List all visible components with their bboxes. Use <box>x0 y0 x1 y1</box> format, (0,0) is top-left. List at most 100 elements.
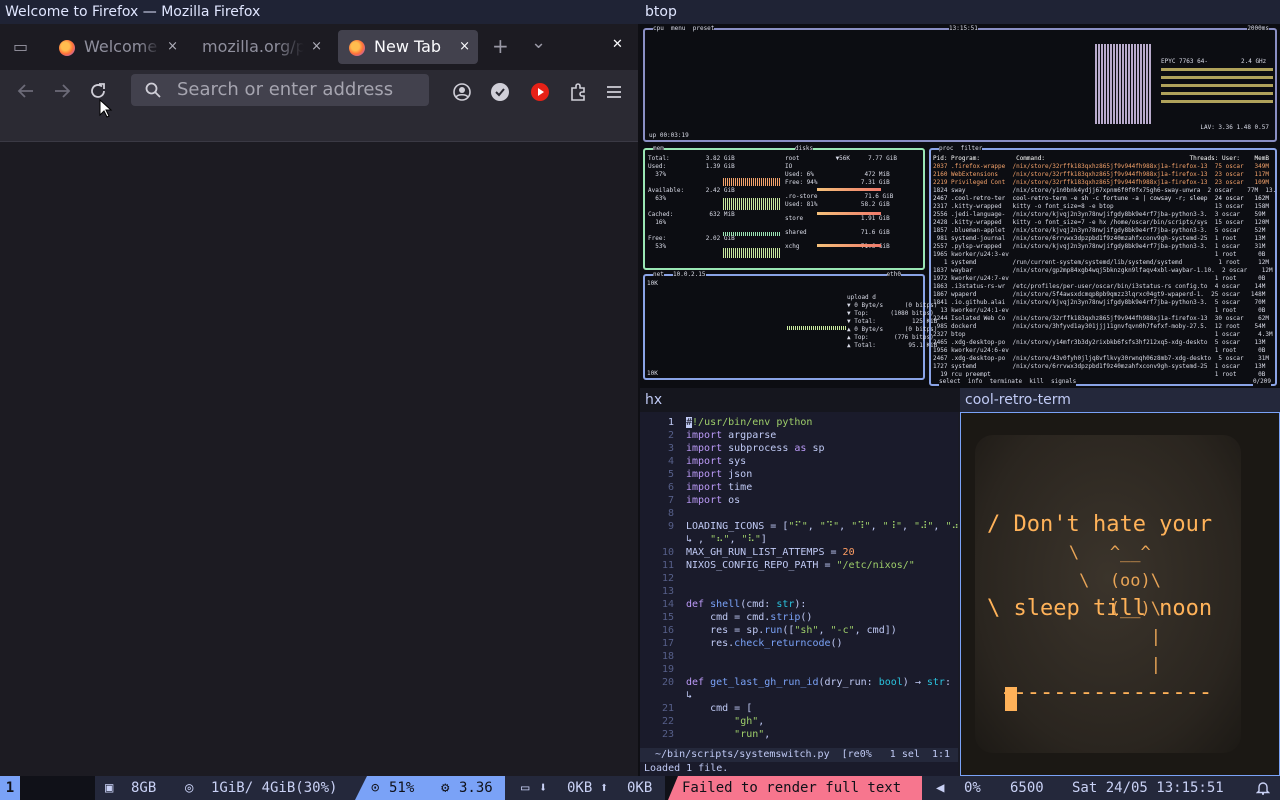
line-number: 11 <box>661 560 674 571</box>
ram-icon: ▣ <box>105 780 114 796</box>
search-icon <box>145 82 161 98</box>
net-row: ▼ Total: 125 KiB <box>847 318 938 325</box>
forward-icon[interactable] <box>53 82 71 100</box>
process-row[interactable]: 985 dockerd /nix/store/3hfyvd1ay301jjj11… <box>933 323 1275 331</box>
close-window-button[interactable]: ✕ <box>612 37 623 52</box>
process-row[interactable]: 13 kworker/u24:1-ev 1 root 0B 0.0 <box>933 307 1275 315</box>
btop-window[interactable]: cpu menu preset 13:15:51 2000ms EPYC 776… <box>640 24 1280 388</box>
process-row[interactable]: 2219 Privileged Cont /nix/store/32rffk18… <box>933 179 1275 187</box>
workspace-button[interactable]: 1 <box>0 776 20 800</box>
line-number: 18 <box>661 651 674 662</box>
process-row[interactable]: 1857 .blueman-applet /nix/store/kjvqj2n3… <box>933 227 1275 235</box>
close-tab-icon[interactable]: × <box>459 30 470 64</box>
upload-icon: ⬆ <box>600 780 609 796</box>
process-row[interactable]: 2244 Isolated Web Co /nix/store/32rffk18… <box>933 315 1275 323</box>
back-icon[interactable] <box>17 82 35 100</box>
youtube-extension-icon[interactable] <box>530 82 550 102</box>
color-temperature[interactable]: 6500 <box>1010 776 1044 800</box>
btop-window-title: btop <box>640 0 1280 24</box>
cool-retro-term-window[interactable]: / Don't hate your \ sleep till noon ----… <box>960 412 1280 776</box>
volume-level[interactable]: 0% <box>964 776 981 800</box>
update-interval[interactable]: 2000ms <box>1247 25 1269 33</box>
net-row: ▼ 0 Byte/s (0 bitps) <box>847 302 938 309</box>
line-numbers: 123456789 10 11 12 13 14 15 16 17 18 19 20 21 22 23 <box>640 416 674 741</box>
notification-bell-icon[interactable] <box>1256 781 1270 795</box>
proc-box-title[interactable]: proc filter <box>939 145 983 153</box>
process-row[interactable]: 2467 .cool-retro-ter cool-retro-term -e … <box>933 195 1275 203</box>
extensions-puzzle-icon[interactable] <box>568 82 588 102</box>
process-row[interactable]: 1 systemd /run/current-system/systemd/li… <box>933 259 1275 267</box>
process-row[interactable]: 1863 .i3status-rs-wr /etc/profiles/per-u… <box>933 283 1275 291</box>
process-row[interactable]: 2467 .xdg-desktop-po /nix/store/43v0fyh0… <box>933 355 1275 363</box>
code-view[interactable]: #!/usr/bin/env python import argparse im… <box>686 416 958 741</box>
firefox-window-title: Welcome to Firefox — Mozilla Firefox <box>0 0 640 24</box>
cpu-percent: 51% <box>389 780 415 796</box>
process-row[interactable]: 2428 .kitty-wrapped kitty -o font_size=7… <box>933 219 1275 227</box>
process-row[interactable]: 1867 wpaperd /nix/store/5f4awsxdcmqp8pb9… <box>933 291 1275 299</box>
line-number: 3 <box>667 443 674 454</box>
line-number: 16 <box>661 625 674 636</box>
list-all-tabs-icon[interactable]: ⌄ <box>531 32 546 53</box>
net-graph <box>787 326 847 330</box>
process-row[interactable]: 2160 WebExtensions /nix/store/32rffk183q… <box>933 171 1275 179</box>
process-row[interactable]: 2327 btop 1 oscar 4.3M 0.1 <box>933 331 1275 339</box>
load-average: 3.36 <box>459 780 493 796</box>
process-row[interactable]: 2037 .firefox-wrappe /nix/store/32rffk18… <box>933 163 1275 171</box>
account-icon[interactable] <box>452 82 472 102</box>
tab-welcome[interactable]: Welcome to Firefox × <box>48 30 186 64</box>
process-row[interactable]: 1727 systemd /nix/store/6rrvwx3dpzpbd1f9… <box>933 363 1275 371</box>
hamburger-menu-icon[interactable] <box>604 82 624 102</box>
process-row[interactable]: 1837 waybar /nix/store/gp2mp84xgb4wqj5bk… <box>933 267 1275 275</box>
disk-usage-bar <box>817 212 881 215</box>
process-row[interactable]: 2317 .kitty-wrapped kitty -o font_size=8… <box>933 203 1275 211</box>
new-tab-button[interactable]: + <box>492 34 509 58</box>
system-block: ▣ 8GB ◎ 1GiB/ 4GiB(30%) <box>95 776 395 800</box>
clock[interactable]: Sat 24/05 13:15:51 <box>1072 776 1224 800</box>
process-row[interactable]: 981 systemd-journal /nix/store/6rrvwx3dp… <box>933 235 1275 243</box>
net-interface[interactable]: eth0 <box>886 271 901 279</box>
process-row[interactable]: 19 rcu_preempt 1 root 0B 0.0 <box>933 371 1275 377</box>
proc-table[interactable]: 2037 .firefox-wrappe /nix/store/32rffk18… <box>933 163 1275 377</box>
ram-total: 8GB <box>131 780 157 796</box>
volume-icon[interactable]: ◀ <box>936 776 944 800</box>
process-row[interactable]: 1956 kworker/u24:6-ev 1 root 0B 0.0 <box>933 347 1275 355</box>
line-number: 10 <box>661 547 674 558</box>
net-ip: 10.0.2.15 <box>673 271 706 279</box>
mem-row: Cached: 632 MiB <box>648 211 735 218</box>
line-number: 8 <box>667 508 674 519</box>
search-input[interactable]: Search or enter address <box>177 74 393 106</box>
mem-row: Free: 2.02 GiB <box>648 235 735 242</box>
gear-icon: ⚙ <box>441 780 450 796</box>
helix-editor[interactable]: 123456789 10 11 12 13 14 15 16 17 18 19 20 21 22 23 … <box>640 412 958 776</box>
address-bar[interactable]: Search or enter address <box>131 74 429 106</box>
process-row[interactable]: 1841 .io.github.alai /nix/store/kjvqj2n3… <box>933 299 1275 307</box>
line-number: 21 <box>661 703 674 714</box>
tab-privacy[interactable]: mozilla.org/privacy × <box>192 30 330 64</box>
close-tab-icon[interactable]: × <box>167 30 178 64</box>
process-row[interactable]: 2465 .xdg-desktop-po /nix/store/y14mfr3b… <box>933 339 1275 347</box>
net-row: ▲ 0 Byte/s (0 bitps) <box>847 326 938 333</box>
disk-row: store 1.91 GiB <box>785 215 890 222</box>
firefox-view-icon[interactable]: ▭ <box>13 37 28 56</box>
page-content[interactable] <box>0 141 638 776</box>
process-row[interactable]: 1972 kworker/u24:7-ev 1 root 0B 0.0 <box>933 275 1275 283</box>
cached-mem-graph <box>723 232 781 236</box>
process-row[interactable]: 1824 sway /nix/store/y1n0bnk4ydjj67xpnm6… <box>933 187 1275 195</box>
free-mem-graph <box>723 248 781 258</box>
close-tab-icon[interactable]: × <box>311 30 322 64</box>
disk-row: IO <box>785 163 793 170</box>
cpu-box-header[interactable]: cpu menu preset <box>653 25 715 33</box>
line-number: 20 <box>661 677 674 688</box>
process-row[interactable]: 1965 kworker/u24:3-ev 1 root 0B 0.0 <box>933 251 1275 259</box>
extension-check-icon[interactable] <box>490 82 510 102</box>
tab-new-tab[interactable]: New Tab × <box>338 30 478 64</box>
mem-row: 16% <box>648 219 667 226</box>
proc-count: 0/209 <box>1252 378 1271 386</box>
process-row[interactable]: 2556 .jedi-language- /nix/store/kjvqj2n3… <box>933 211 1275 219</box>
process-row[interactable]: 2557 .pylsp-wrapped /nix/store/kjvqj2n3y… <box>933 243 1275 251</box>
proc-actions[interactable]: select info terminate kill signals <box>939 378 1077 386</box>
line-number: 13 <box>661 586 674 597</box>
net-row: ▲ Top: (776 bitps) <box>847 334 934 341</box>
cpu-box: cpu menu preset 13:15:51 2000ms EPYC 776… <box>643 25 1277 142</box>
reload-icon[interactable] <box>89 82 107 100</box>
